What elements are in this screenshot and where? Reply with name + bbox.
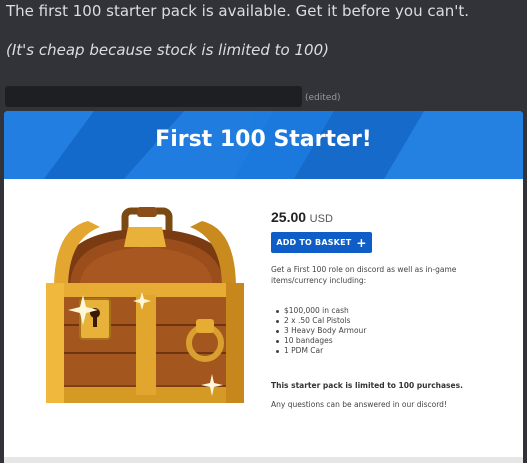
message-line-2: (It's cheap because stock is limited to … <box>6 41 329 59</box>
treasure-chest-icon <box>46 207 244 403</box>
list-item: 3 Heavy Body Armour <box>275 326 366 336</box>
price: 25.00 USD <box>271 209 333 225</box>
item-list: $100,000 in cash 2 x .50 Cal Pistols 3 H… <box>275 306 366 356</box>
list-item: 10 bandages <box>275 336 366 346</box>
edited-label: (edited) <box>305 93 341 103</box>
redacted-text <box>5 86 302 107</box>
price-currency: USD <box>309 213 333 225</box>
list-item: $100,000 in cash <box>275 306 366 316</box>
embed-footer <box>4 457 523 463</box>
add-to-basket-button[interactable]: ADD TO BASKET + <box>271 232 372 253</box>
description: Get a First 100 role on discord as well … <box>271 265 457 285</box>
list-item: 2 x .50 Cal Pistols <box>275 316 366 326</box>
questions-note: Any questions can be answered in our dis… <box>271 400 447 409</box>
plus-icon: + <box>356 235 367 250</box>
list-item: 1 PDM Car <box>275 346 366 356</box>
store-embed: First 100 Starter! 25.00 USD ADD TO BASK… <box>4 111 523 463</box>
limit-note: This starter pack is limited to 100 purc… <box>271 381 463 390</box>
embed-title: First 100 Starter! <box>155 127 372 152</box>
embed-banner: First 100 Starter! <box>4 111 523 179</box>
add-to-basket-label: ADD TO BASKET <box>276 238 352 247</box>
message-line-1: The first 100 starter pack is available.… <box>6 2 470 20</box>
price-amount: 25.00 <box>271 209 307 225</box>
